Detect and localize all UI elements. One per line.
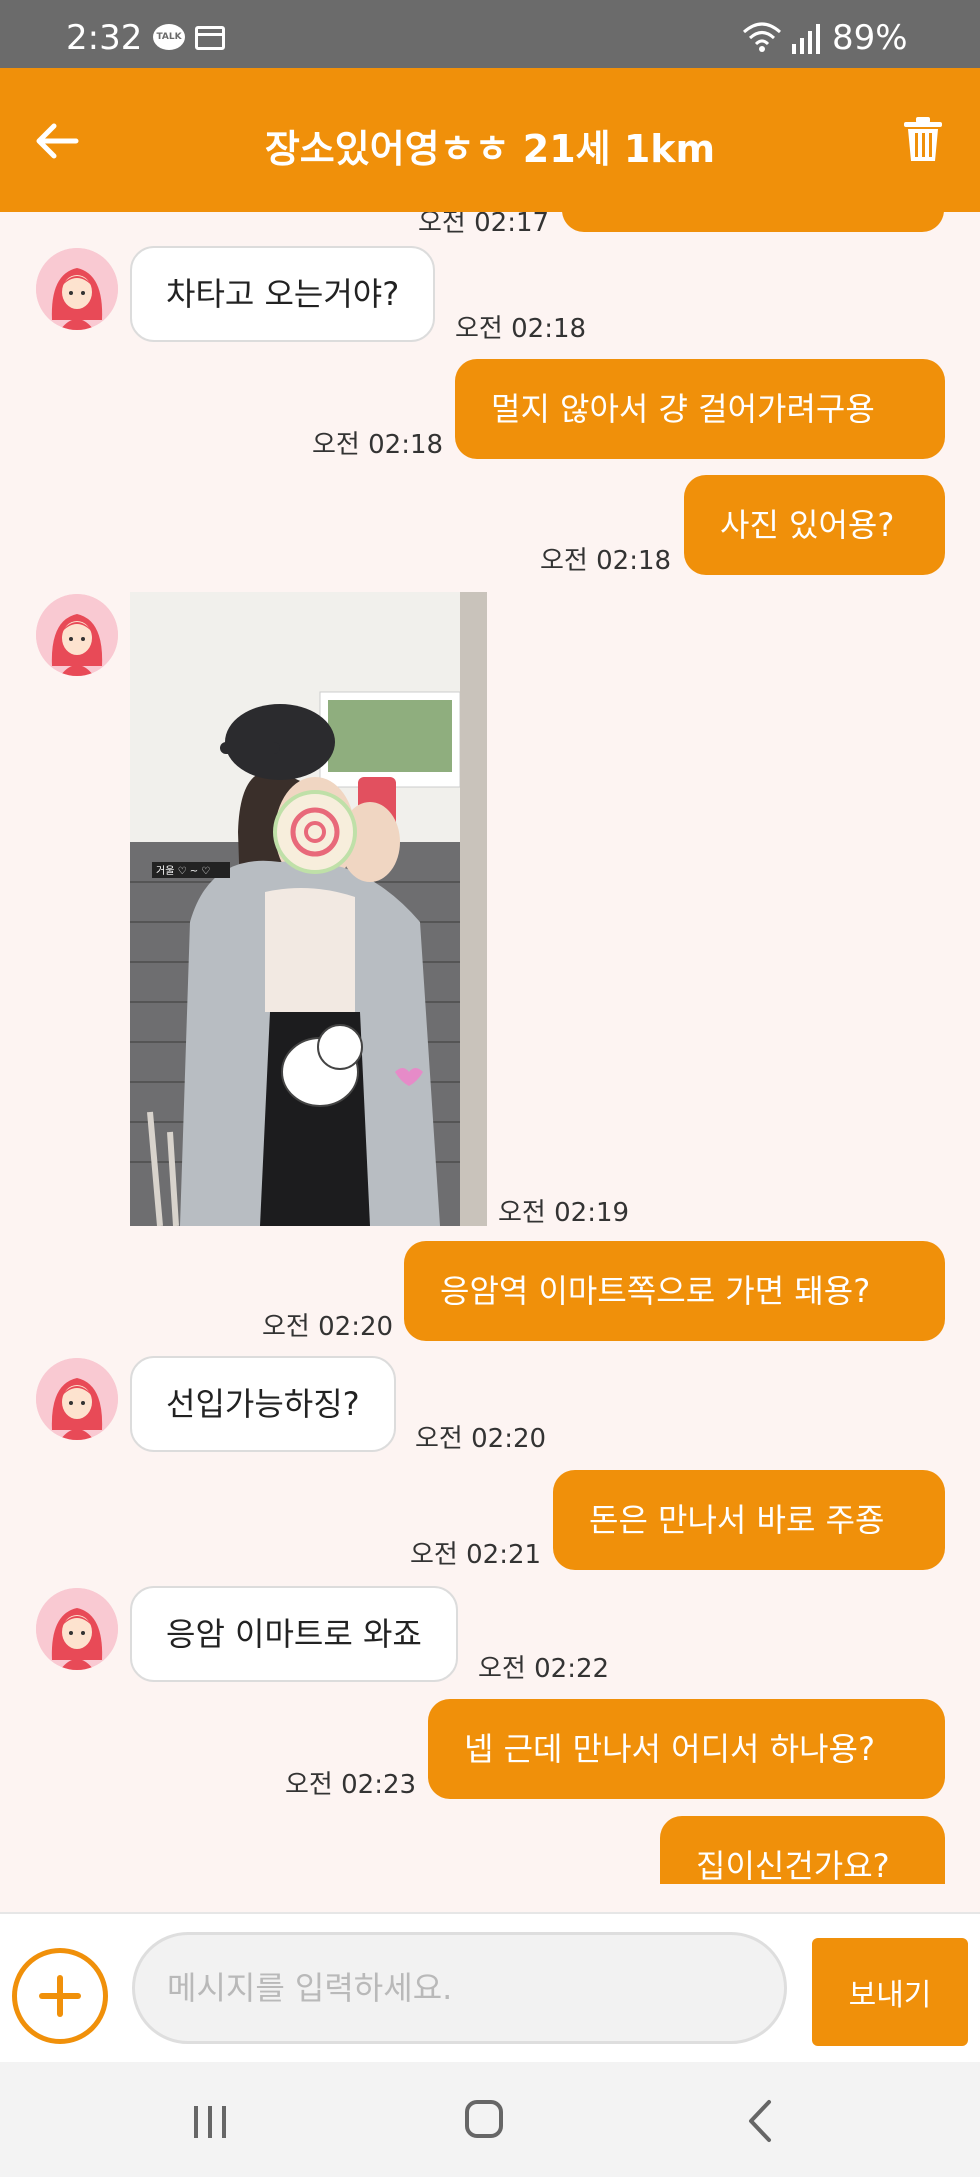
message-time: 오전 02:19	[498, 1198, 630, 1228]
avatar[interactable]	[36, 248, 118, 330]
back-chevron-icon[interactable]	[745, 2098, 775, 2144]
message-list[interactable]: 오전 02:17 차타고 오는거야? 오전 02:18 오전 02:18 멀지 …	[0, 212, 980, 1884]
battery-level: 89%	[832, 18, 908, 58]
chat-title: 장소있어영ㅎㅎ 21세 1km	[264, 127, 716, 171]
incoming-message[interactable]: 차타고 오는거야?	[130, 246, 436, 342]
chat-header: 장소있어영ㅎㅎ 21세 1km	[0, 68, 980, 212]
mirror-selfie-image: 거울 ♡ ~ ♡	[130, 592, 487, 1226]
trash-icon[interactable]	[902, 116, 944, 162]
message-time: 오전 02:18	[312, 430, 444, 460]
kakaotalk-icon: TALK	[153, 24, 185, 50]
avatar[interactable]	[36, 1358, 118, 1440]
message-time: 오전 02:18	[455, 314, 587, 344]
outgoing-message[interactable]: 돈은 만나서 바로 주죵	[553, 1470, 945, 1570]
message-time: 오전 02:17	[418, 212, 550, 238]
outgoing-message[interactable]	[562, 212, 944, 232]
card-notification-icon	[195, 26, 225, 50]
wifi-icon	[743, 22, 781, 52]
message-input[interactable]	[132, 1932, 787, 2044]
message-time: 오전 02:22	[478, 1654, 610, 1684]
message-time: 오전 02:20	[415, 1424, 547, 1454]
system-navigation-bar	[0, 2062, 980, 2177]
recent-apps-icon[interactable]	[190, 2102, 230, 2142]
message-time: 오전 02:21	[410, 1540, 542, 1570]
shared-photo[interactable]: 거울 ♡ ~ ♡	[130, 592, 487, 1226]
signal-icon	[792, 24, 820, 54]
outgoing-message[interactable]: 넵 근데 만나서 어디서 하나용?	[428, 1699, 945, 1799]
composer-bar: 보내기	[0, 1912, 980, 2062]
outgoing-message[interactable]: 멀지 않아서 걍 걸어가려구용	[455, 359, 945, 459]
outgoing-message[interactable]: 집이신건가요?	[660, 1816, 945, 1884]
home-icon[interactable]	[465, 2100, 503, 2138]
status-time: 2:32	[66, 18, 143, 58]
plus-circle-icon[interactable]	[12, 1948, 108, 2044]
incoming-message[interactable]: 응암 이마트로 와죠	[130, 1586, 458, 1682]
photo-caption: 거울 ♡ ~ ♡	[156, 865, 210, 877]
avatar[interactable]	[36, 594, 118, 676]
message-time: 오전 02:23	[285, 1770, 417, 1800]
outgoing-message[interactable]: 사진 있어용?	[684, 475, 945, 575]
arrow-left-icon[interactable]	[32, 116, 82, 166]
status-bar: 2:32 TALK 89%	[0, 0, 980, 68]
outgoing-message[interactable]: 응암역 이마트쪽으로 가면 돼용?	[404, 1241, 945, 1341]
message-time: 오전 02:18	[540, 546, 672, 576]
send-button[interactable]: 보내기	[812, 1938, 968, 2046]
avatar[interactable]	[36, 1588, 118, 1670]
incoming-message[interactable]: 선입가능하징?	[130, 1356, 396, 1452]
message-time: 오전 02:20	[262, 1312, 394, 1342]
